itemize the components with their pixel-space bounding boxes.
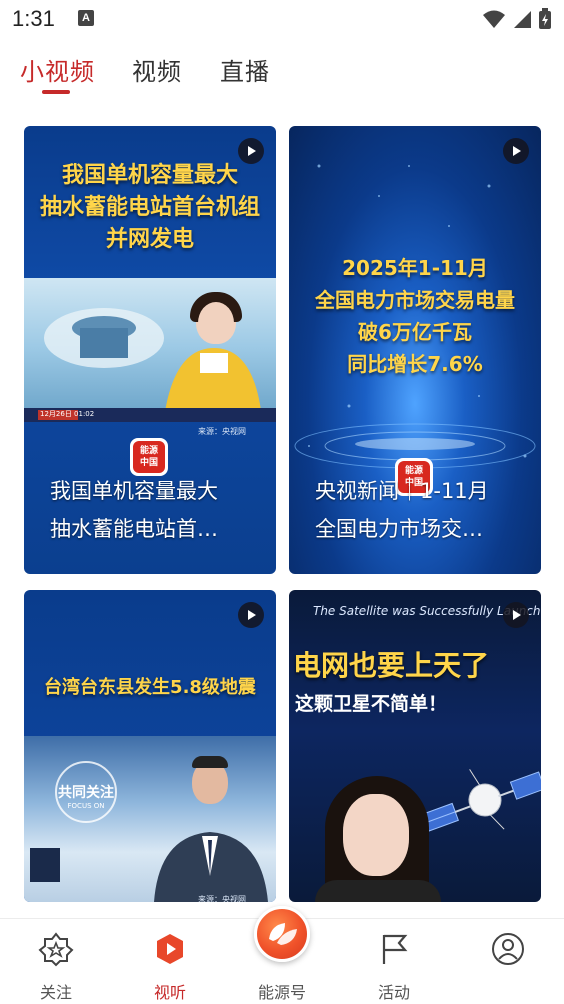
app-root: 1:31 A 小视频 视频 直播 我国单机容量最大 抽水蓄能电站首台机组 并网发…: [0, 0, 564, 1004]
program-title: 共同关注: [58, 785, 114, 801]
nav-watch[interactable]: 视听: [130, 919, 210, 1004]
nav-label: 视听: [153, 983, 186, 1002]
headline-line: 抽水蓄能电站首台机组: [39, 195, 260, 220]
nav-profile[interactable]: [468, 919, 548, 1004]
nav-follow[interactable]: 关注: [16, 919, 96, 1004]
nengyuan-logo-icon: 能源 中国: [130, 438, 168, 476]
tab-short-video[interactable]: 小视频: [20, 52, 95, 87]
news-studio-thumbnail: 共同关注 FOCUS ON: [24, 736, 276, 902]
wifi-icon: [483, 10, 505, 28]
top-tab-bar: 小视频 视频 直播: [0, 48, 564, 100]
nav-label: 能源号: [257, 983, 306, 1002]
video-card[interactable]: The Satellite was Successfully Launched …: [289, 590, 541, 902]
battery-icon: [539, 8, 551, 29]
signal-icon: [514, 11, 531, 28]
video-card[interactable]: 2025年1-11月 全国电力市场交易电量 破6万亿千瓦 同比增长7.6% 能源…: [289, 126, 541, 574]
ticker-time: 12月26日 01:02: [40, 410, 95, 418]
program-title-en: FOCUS ON: [67, 802, 105, 810]
nav-label: 关注: [39, 983, 72, 1002]
nav-label: 活动: [377, 983, 410, 1002]
status-icons: [482, 8, 552, 30]
leaf-logo-icon: [269, 923, 297, 945]
video-card[interactable]: 台湾台东县发生5.8级地震 共同关注 FOCUS ON 来源：央视网: [24, 590, 276, 902]
headline-line: 同比增长7.6%: [347, 352, 483, 376]
card-caption: 我国单机容量最大 抽水蓄能电站首…: [50, 472, 260, 548]
headline-line: 并网发电: [105, 227, 194, 252]
source-label: 来源：央视网: [198, 427, 246, 436]
caption-line: 全国电力市场交…: [315, 517, 483, 541]
play-icon: [503, 138, 529, 164]
headline-line: 全国电力市场交易电量: [315, 288, 515, 312]
card-headline: 台湾台东县发生5.8级地震: [24, 672, 276, 704]
presenter-thumbnail: [315, 776, 441, 902]
program-logo: 共同关注 FOCUS ON: [58, 782, 114, 810]
notification-a-icon: A: [78, 10, 94, 26]
headline-line: 台湾台东县发生5.8级地震: [44, 677, 256, 698]
tab-live[interactable]: 直播: [220, 52, 270, 87]
active-tab-indicator: [42, 90, 70, 94]
headline-line: 2025年1-11月: [342, 256, 488, 280]
video-card[interactable]: 我国单机容量最大 抽水蓄能电站首台机组 并网发电 12月26日 01:02 来源…: [24, 126, 276, 574]
nav-activities[interactable]: 活动: [354, 919, 434, 1004]
status-bar: 1:31 A: [0, 0, 564, 38]
energy-center-button[interactable]: [254, 906, 310, 962]
play-icon: [238, 602, 264, 628]
star-badge-icon: [38, 932, 74, 967]
headline-line: 我国单机容量最大: [61, 163, 238, 188]
news-ticker: 12月26日 01:02: [24, 408, 276, 422]
source-label: 来源：央视网: [198, 895, 246, 902]
news-studio-thumbnail: [24, 278, 276, 418]
play-icon: [157, 934, 183, 964]
profile-icon: [492, 933, 524, 965]
status-time: 1:31: [12, 6, 55, 31]
headline-line: 破6万亿千瓦: [358, 320, 472, 344]
card-headline: 我国单机容量最大 抽水蓄能电站首台机组 并网发电: [24, 160, 276, 256]
card-caption: 央视新闻｜1-11月 全国电力市场交…: [315, 472, 525, 548]
card-headline: 2025年1-11月 全国电力市场交易电量 破6万亿千瓦 同比增长7.6%: [289, 252, 541, 380]
caption-line: 抽水蓄能电站首…: [50, 517, 218, 541]
flag-icon: [382, 934, 408, 964]
tab-video[interactable]: 视频: [132, 52, 182, 87]
caption-line: 我国单机容量最大: [50, 479, 218, 503]
caption-line: 央视新闻｜1-11月: [315, 479, 489, 503]
